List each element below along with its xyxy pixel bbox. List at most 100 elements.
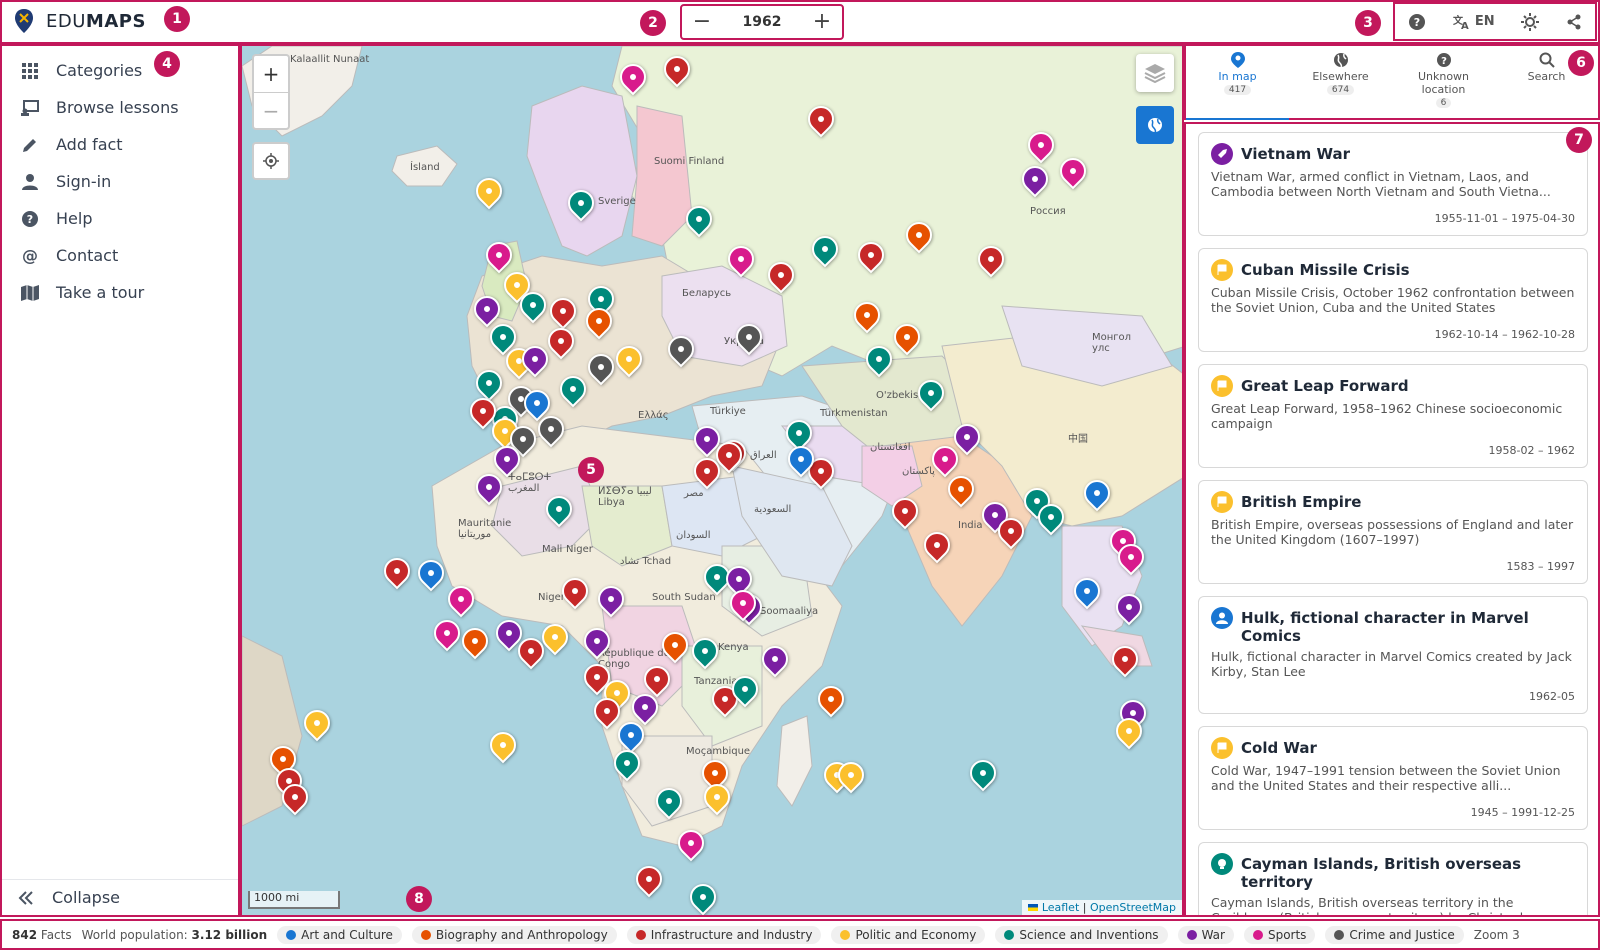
- zoom-level: Zoom 3: [1473, 927, 1520, 942]
- leaflet-link[interactable]: Leaflet: [1042, 901, 1079, 914]
- flag-icon: [1211, 737, 1233, 759]
- category-dot: [286, 929, 297, 940]
- flag-icon: [1211, 375, 1233, 397]
- fact-date: 1945 – 1991-12-25: [1470, 806, 1575, 819]
- category-chip-war[interactable]: War: [1177, 925, 1234, 944]
- fact-card[interactable]: British Empire British Empire, overseas …: [1198, 480, 1588, 584]
- at-icon: @: [20, 246, 40, 266]
- map-attribution: Leaflet | OpenStreetMap: [1022, 900, 1182, 915]
- map-label-turkmenistan: Türkmenistan: [820, 408, 888, 419]
- category-chip-crime[interactable]: Crime and Justice: [1325, 925, 1464, 944]
- locate-button[interactable]: [252, 142, 290, 180]
- bulb-icon: [1211, 853, 1233, 875]
- sidebar-item-label: Help: [56, 209, 93, 228]
- tab-unknown-location[interactable]: ? Unknown location 6: [1392, 46, 1495, 118]
- category-dot: [1186, 929, 1197, 940]
- fact-title: Cayman Islands, British overseas territo…: [1241, 855, 1522, 891]
- fact-title: British Empire: [1241, 493, 1362, 511]
- category-dot: [635, 929, 646, 940]
- category-chip-art-and-culture[interactable]: Art and Culture: [277, 925, 402, 944]
- layers-button[interactable]: [1136, 54, 1174, 92]
- category-chip-infrastructure[interactable]: Infrastructure and Industry: [626, 925, 822, 944]
- rocket-icon: [1211, 143, 1233, 165]
- map-label-sweden: Sverige: [598, 196, 636, 207]
- map-label-saudi-arabia: السعودية: [754, 504, 792, 515]
- globe-view-button[interactable]: [1136, 106, 1174, 144]
- map-label-somalia: Soomaaliya: [760, 606, 819, 617]
- map-view[interactable]: Kalaallit Nunaat Ísland Sverige Suomi Fi…: [240, 44, 1184, 917]
- fact-card[interactable]: Cayman Islands, British overseas territo…: [1198, 842, 1588, 915]
- map-label-mongolia: Монгол улс: [1092, 332, 1132, 354]
- fact-card[interactable]: Cuban Missile Crisis Cuban Missile Crisi…: [1198, 248, 1588, 352]
- pencil-icon: [20, 135, 40, 155]
- fact-card[interactable]: Hulk, fictional character in Marvel Comi…: [1198, 596, 1588, 714]
- world-population: World population: 3.12 billion: [81, 927, 268, 942]
- facts-count: 842 Facts: [12, 927, 72, 942]
- sidebar: Categories Browse lessons Add fact Sign-…: [0, 44, 240, 917]
- status-bar: 842 Facts World population: 3.12 billion…: [0, 919, 1600, 950]
- sidebar-item-label: Categories: [56, 61, 143, 80]
- map-label-india: India: [958, 520, 983, 531]
- zoom-in-button[interactable]: +: [254, 56, 288, 92]
- svg-text:?: ?: [1441, 56, 1447, 67]
- map-label-mauritania: Mauritanie موريتانيا: [458, 518, 512, 540]
- facts-list: Vietnam War Vietnam War, armed conflict …: [1184, 122, 1600, 917]
- fact-description: Great Leap Forward, 1958–1962 Chinese so…: [1211, 401, 1563, 431]
- fact-description: Hulk, fictional character in Marvel Comi…: [1211, 649, 1572, 679]
- map-label-chad: تشاد Tchad: [620, 556, 672, 567]
- category-dot: [1334, 929, 1345, 940]
- fact-title: Cuban Missile Crisis: [1241, 261, 1410, 279]
- fact-tabs: In map 417 Elsewhere 674 ? Unknown locat…: [1184, 44, 1600, 120]
- tab-label: Unknown location: [1417, 70, 1470, 96]
- map-label-mozambique: Moçambique: [686, 746, 751, 757]
- help-icon: ?: [20, 209, 40, 229]
- fact-date: 1583 – 1997: [1506, 560, 1575, 573]
- category-chip-sports[interactable]: Sports: [1243, 925, 1316, 944]
- fact-date: 1955-11-01 – 1975-04-30: [1434, 212, 1575, 225]
- sidebar-item-take-a-tour[interactable]: Take a tour: [2, 274, 238, 311]
- fact-title: Vietnam War: [1241, 145, 1351, 163]
- tab-label: Elsewhere: [1312, 70, 1369, 83]
- tab-count: 6: [1435, 98, 1452, 108]
- fact-card[interactable]: Cold War Cold War, 1947–1991 tension bet…: [1198, 726, 1588, 830]
- category-chip-biography[interactable]: Biography and Anthropology: [411, 925, 617, 944]
- fact-card[interactable]: Vietnam War Vietnam War, armed conflict …: [1198, 132, 1588, 236]
- category-chip-politic[interactable]: Politic and Economy: [831, 925, 986, 944]
- map-icon: [20, 283, 40, 303]
- person-icon: [1211, 607, 1233, 629]
- sidebar-item-browse-lessons[interactable]: Browse lessons: [2, 89, 238, 126]
- annotation-badge-5: 5: [578, 457, 604, 483]
- search-icon: [1539, 52, 1555, 68]
- double-chevron-left-icon: [16, 888, 36, 908]
- annotation-badge-8: 8: [406, 886, 432, 912]
- annotation-badge-6: 6: [1568, 50, 1594, 76]
- sidebar-item-sign-in[interactable]: Sign-in: [2, 163, 238, 200]
- sidebar-item-contact[interactable]: @ Contact: [2, 237, 238, 274]
- svg-text:@: @: [22, 247, 38, 265]
- person-icon: [20, 172, 40, 192]
- map-label-belarus: Беларусь: [682, 288, 732, 299]
- zoom-out-button[interactable]: −: [254, 92, 288, 128]
- annotation-badge-2: 2: [640, 10, 666, 36]
- fact-description: Cuban Missile Crisis, October 1962 confr…: [1211, 285, 1575, 315]
- map-zoom-control: + −: [252, 54, 290, 130]
- map-label-morocco: ⵜⴰⵎⵓⵔⵜ المغرب: [508, 472, 552, 494]
- sidebar-item-label: Sign-in: [56, 172, 112, 191]
- tab-elsewhere[interactable]: Elsewhere 674: [1289, 46, 1392, 118]
- map-label-turkey: Türkiye: [710, 406, 746, 417]
- sidebar-item-add-fact[interactable]: Add fact: [2, 126, 238, 163]
- sidebar-collapse-button[interactable]: Collapse: [2, 879, 238, 915]
- sidebar-item-help[interactable]: ? Help: [2, 200, 238, 237]
- category-dot: [1252, 929, 1263, 940]
- category-chip-science[interactable]: Science and Inventions: [995, 925, 1168, 944]
- sidebar-item-label: Take a tour: [56, 283, 145, 302]
- tab-in-map[interactable]: In map 417: [1186, 46, 1289, 120]
- globe-icon: [1148, 118, 1162, 133]
- sidebar-item-categories[interactable]: Categories: [2, 52, 238, 89]
- osm-link[interactable]: OpenStreetMap: [1090, 901, 1176, 914]
- map-label-iraq: العراق: [750, 450, 777, 461]
- fact-card[interactable]: Great Leap Forward Great Leap Forward, 1…: [1198, 364, 1588, 468]
- fact-title: Cold War: [1241, 739, 1317, 757]
- sidebar-item-label: Add fact: [56, 135, 123, 154]
- pin-icon: [1230, 52, 1245, 68]
